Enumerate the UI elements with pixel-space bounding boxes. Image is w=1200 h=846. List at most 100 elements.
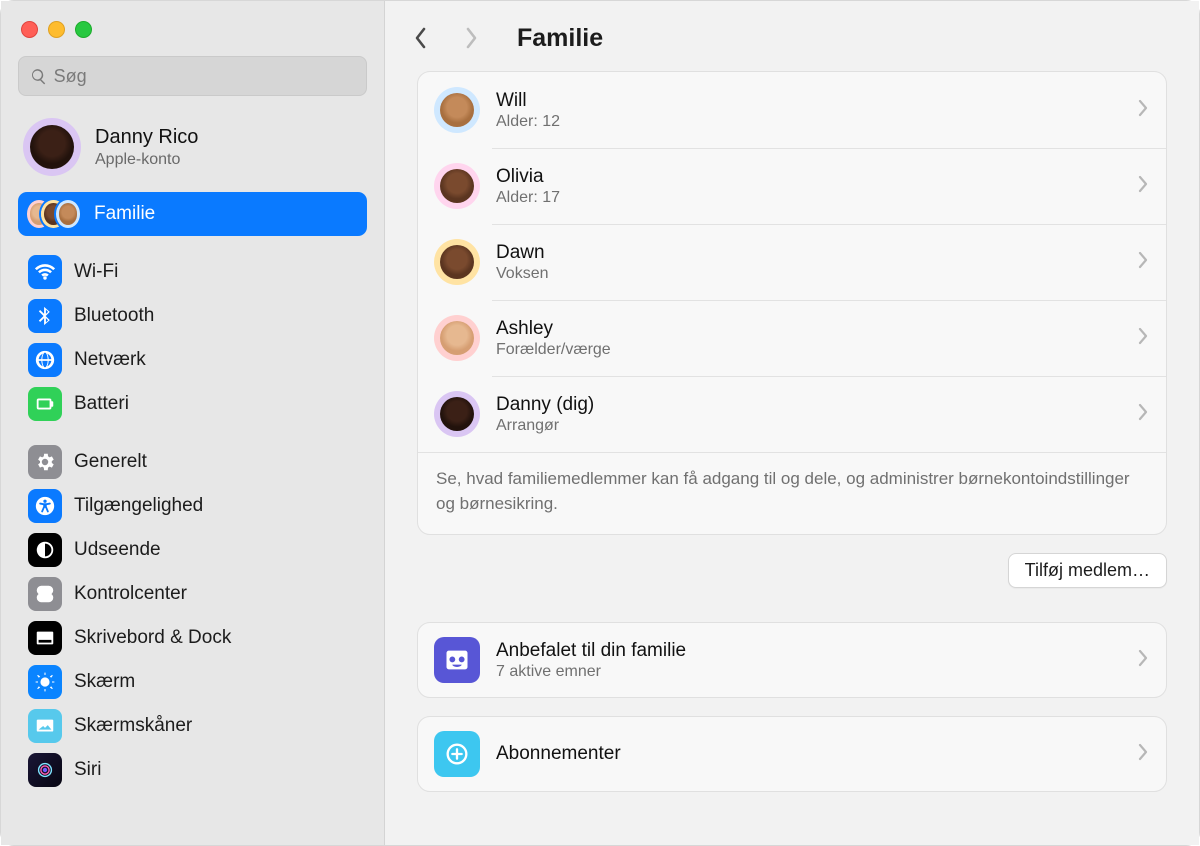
member-name: Olivia xyxy=(496,166,1122,188)
member-avatar xyxy=(434,87,480,133)
family-card-footer-text: Se, hvad familiemedlemmer kan få adgang … xyxy=(418,452,1166,534)
recommended-title: Anbefalet til din familie xyxy=(496,640,1122,662)
search-field[interactable] xyxy=(18,56,367,96)
gear-icon xyxy=(28,445,62,479)
sidebar-item-label: Familie xyxy=(94,203,155,225)
sidebar-item-label: Wi-Fi xyxy=(74,261,118,283)
sidebar-item-label: Batteri xyxy=(74,393,129,415)
sidebar-item-battery[interactable]: Batteri xyxy=(18,382,367,426)
sidebar: Danny Rico Apple-konto Familie Wi-Fi Blu… xyxy=(1,1,385,845)
switches-icon xyxy=(28,577,62,611)
bluetooth-icon xyxy=(28,299,62,333)
subscriptions-title: Abonnementer xyxy=(496,743,1122,765)
family-member-row[interactable]: Danny (dig) Arrangør xyxy=(418,376,1166,452)
sidebar-item-label: Skrivebord & Dock xyxy=(74,627,231,649)
recommended-card: Anbefalet til din familie 7 aktive emner xyxy=(417,622,1167,698)
member-avatar xyxy=(434,163,480,209)
subscriptions-row[interactable]: Abonnementer xyxy=(418,717,1166,791)
member-subtitle: Forælder/værge xyxy=(496,341,1122,359)
sidebar-item-label: Netværk xyxy=(74,349,146,371)
subscriptions-icon xyxy=(434,731,480,777)
appearance-icon xyxy=(28,533,62,567)
account-text: Danny Rico Apple-konto xyxy=(95,126,198,169)
sidebar-item-network[interactable]: Netværk xyxy=(18,338,367,382)
family-members-card: Will Alder: 12 Olivia Alder: 17 xyxy=(417,71,1167,535)
family-member-row[interactable]: Will Alder: 12 xyxy=(418,72,1166,148)
member-name: Ashley xyxy=(496,318,1122,340)
globe-icon xyxy=(28,343,62,377)
account-subtitle: Apple-konto xyxy=(95,151,198,169)
back-button[interactable] xyxy=(403,21,437,55)
battery-icon xyxy=(28,387,62,421)
sidebar-item-accessibility[interactable]: Tilgængelighed xyxy=(18,484,367,528)
account-name: Danny Rico xyxy=(95,126,198,149)
member-subtitle: Alder: 17 xyxy=(496,189,1122,207)
sidebar-item-label: Skærm xyxy=(74,671,135,693)
chevron-right-icon xyxy=(1138,649,1148,672)
family-member-row[interactable]: Ashley Forælder/værge xyxy=(418,300,1166,376)
sidebar-item-label: Generelt xyxy=(74,451,147,473)
main-panel: Familie Will Alder: 12 Olivia xyxy=(385,1,1199,845)
sidebar-item-label: Bluetooth xyxy=(74,305,154,327)
sidebar-item-desktop-dock[interactable]: Skrivebord & Dock xyxy=(18,616,367,660)
member-name: Danny (dig) xyxy=(496,394,1122,416)
sidebar-item-label: Tilgængelighed xyxy=(74,495,203,517)
sidebar-item-bluetooth[interactable]: Bluetooth xyxy=(18,294,367,338)
member-subtitle: Voksen xyxy=(496,265,1122,283)
family-avatar-stack-icon xyxy=(22,198,82,230)
member-subtitle: Arrangør xyxy=(496,417,1122,435)
page-title: Familie xyxy=(517,24,603,53)
main-body: Will Alder: 12 Olivia Alder: 17 xyxy=(385,67,1199,845)
user-avatar xyxy=(23,118,81,176)
accessibility-icon xyxy=(28,489,62,523)
family-member-row[interactable]: Olivia Alder: 17 xyxy=(418,148,1166,224)
sidebar-nav: Familie Wi-Fi Bluetooth Netværk Ba xyxy=(1,190,384,800)
sidebar-item-display[interactable]: Skærm xyxy=(18,660,367,704)
add-member-button[interactable]: Tilføj medlem… xyxy=(1008,553,1167,588)
minimize-window-button[interactable] xyxy=(48,21,65,38)
member-avatar xyxy=(434,391,480,437)
sidebar-item-label: Siri xyxy=(74,759,101,781)
wifi-icon xyxy=(28,255,62,289)
chevron-right-icon xyxy=(1138,99,1148,122)
screensaver-icon xyxy=(28,709,62,743)
recommended-icon xyxy=(434,637,480,683)
chevron-right-icon xyxy=(1138,251,1148,274)
sun-icon xyxy=(28,665,62,699)
window-controls xyxy=(1,15,384,56)
search-input[interactable] xyxy=(54,66,355,87)
maximize-window-button[interactable] xyxy=(75,21,92,38)
close-window-button[interactable] xyxy=(21,21,38,38)
search-container xyxy=(1,56,384,108)
main-header: Familie xyxy=(385,1,1199,67)
siri-icon xyxy=(28,753,62,787)
recommended-row[interactable]: Anbefalet til din familie 7 aktive emner xyxy=(418,623,1166,697)
family-member-row[interactable]: Dawn Voksen xyxy=(418,224,1166,300)
account-header[interactable]: Danny Rico Apple-konto xyxy=(1,108,384,190)
sidebar-item-wifi[interactable]: Wi-Fi xyxy=(18,250,367,294)
chevron-right-icon xyxy=(1138,175,1148,198)
forward-button[interactable] xyxy=(455,21,489,55)
chevron-right-icon xyxy=(1138,327,1148,350)
recommended-subtitle: 7 aktive emner xyxy=(496,663,1122,681)
sidebar-item-label: Udseende xyxy=(74,539,161,561)
sidebar-item-label: Skærmskåner xyxy=(74,715,192,737)
sidebar-item-general[interactable]: Generelt xyxy=(18,440,367,484)
sidebar-item-label: Kontrolcenter xyxy=(74,583,187,605)
member-name: Will xyxy=(496,90,1122,112)
sidebar-item-control-center[interactable]: Kontrolcenter xyxy=(18,572,367,616)
sidebar-item-familie[interactable]: Familie xyxy=(18,192,367,236)
member-avatar xyxy=(434,239,480,285)
chevron-right-icon xyxy=(1138,743,1148,766)
member-name: Dawn xyxy=(496,242,1122,264)
sidebar-item-appearance[interactable]: Udseende xyxy=(18,528,367,572)
member-subtitle: Alder: 12 xyxy=(496,113,1122,131)
sidebar-item-screensaver[interactable]: Skærmskåner xyxy=(18,704,367,748)
chevron-right-icon xyxy=(1138,403,1148,426)
sidebar-item-siri[interactable]: Siri xyxy=(18,748,367,792)
dock-icon xyxy=(28,621,62,655)
search-icon xyxy=(30,67,48,86)
add-member-container: Tilføj medlem… xyxy=(417,553,1167,588)
subscriptions-card: Abonnementer xyxy=(417,716,1167,792)
member-avatar xyxy=(434,315,480,361)
